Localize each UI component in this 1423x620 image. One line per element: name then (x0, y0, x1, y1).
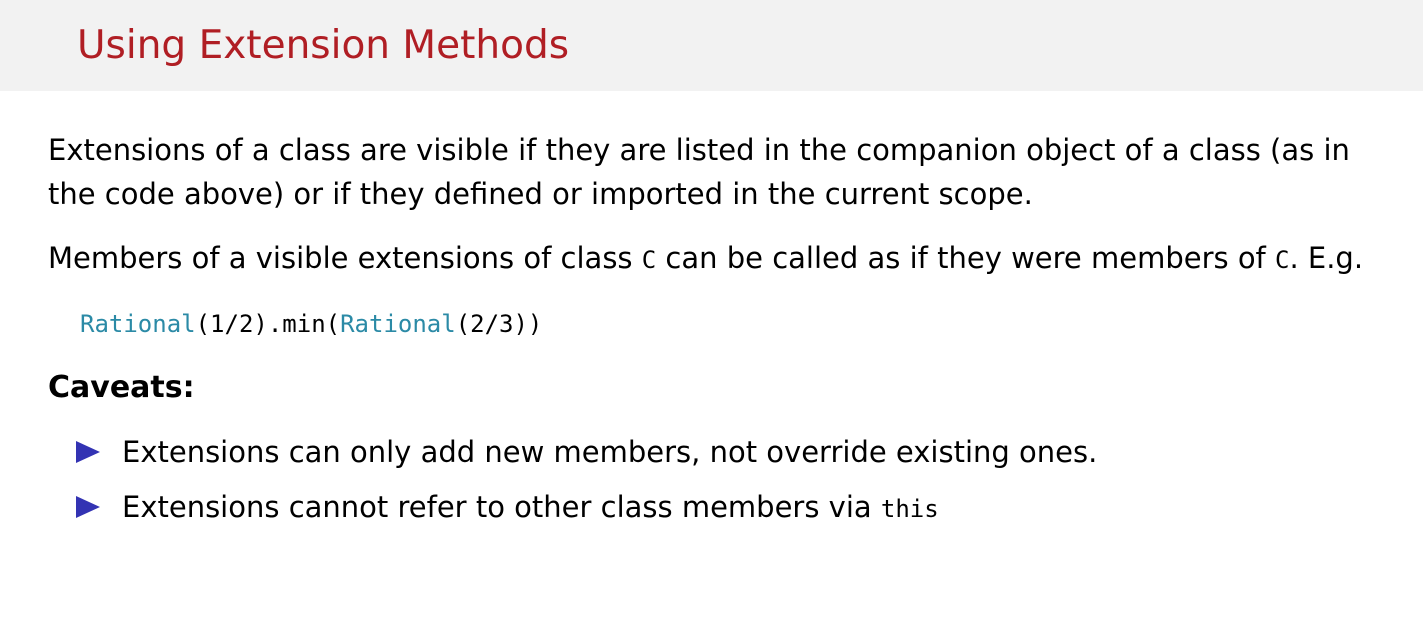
caveat-text: Extensions cannot refer to other class m… (122, 490, 881, 524)
code-token-args-2: (2/3)) (455, 310, 543, 338)
slide-title: Using Extension Methods (77, 23, 570, 68)
code-token-args-1: (1/2).min( (195, 310, 341, 338)
slide-body: Extensions of a class are visible if the… (48, 128, 1393, 542)
code-example: Rational(1/2).min(Rational(2/3)) (80, 302, 1393, 346)
code-token-type-1: Rational (80, 310, 196, 338)
paragraph-visibility: Extensions of a class are visible if the… (48, 133, 1350, 211)
paragraph-members-text-1: Members of a visible extensions of class (48, 241, 642, 275)
caveats-list: Extensions can only add new members, not… (48, 430, 1393, 531)
paragraph-members-text-3: . E.g. (1289, 241, 1364, 275)
paragraph-members-text-2: can be called as if they were members of (656, 241, 1275, 275)
paragraph-members: Members of a visible extensions of class… (48, 236, 1393, 282)
inline-code-this: this (880, 495, 939, 523)
triangle-bullet-icon (76, 496, 100, 518)
code-token-type-2: Rational (340, 310, 456, 338)
inline-code-c-2: C (1275, 246, 1290, 274)
slide-header: Using Extension Methods (0, 0, 1423, 91)
list-item: Extensions cannot refer to other class m… (76, 485, 1393, 531)
caveats-heading: Caveats: (48, 370, 195, 405)
triangle-bullet-icon (76, 441, 100, 463)
list-item: Extensions can only add new members, not… (76, 430, 1393, 474)
caveat-text: Extensions can only add new members, not… (122, 435, 1098, 469)
inline-code-c-1: C (641, 246, 657, 274)
